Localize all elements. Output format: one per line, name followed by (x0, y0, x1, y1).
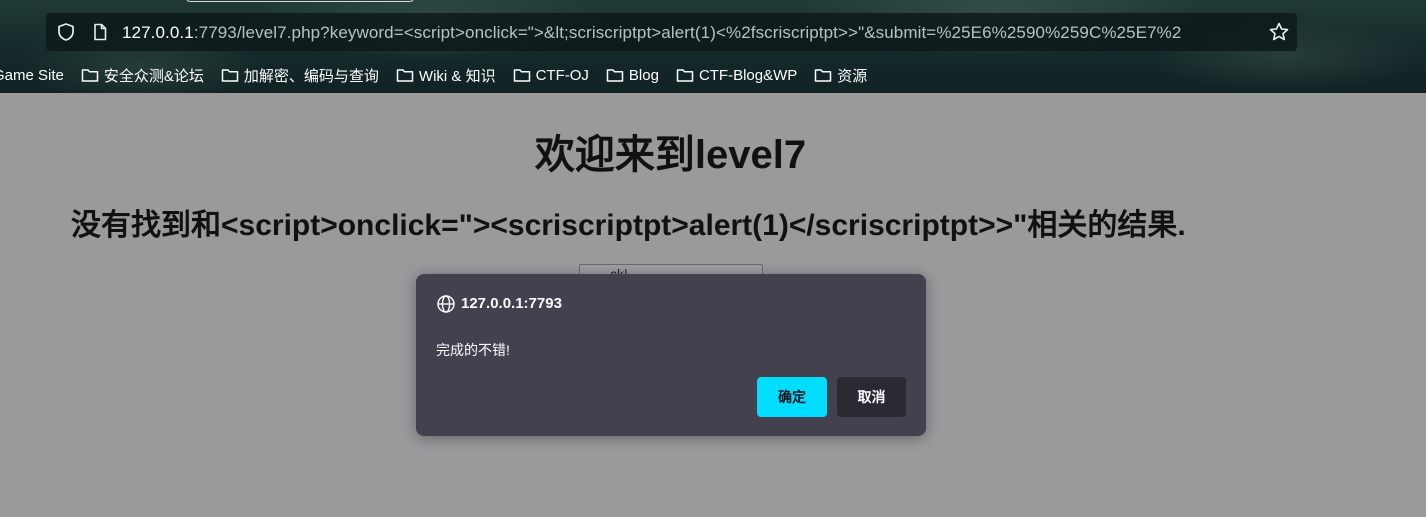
bookmark-label: 安全众测&论坛 (103, 67, 204, 85)
url-host: 127.0.0.1 (122, 23, 194, 42)
shield-icon[interactable] (56, 22, 76, 42)
bookmark-label: 加解密、编码与查询 (243, 67, 379, 85)
bookmark-label: CTF-OJ (535, 66, 589, 84)
search-result-message: 没有找到和<script>onclick="><scriscriptpt>ale… (71, 209, 1186, 242)
page-icon[interactable] (90, 22, 110, 42)
url-text[interactable]: 127.0.0.1:7793/level7.php?keyword=<scrip… (122, 22, 1262, 44)
bookmark-label: Wiki & 知识 (418, 67, 496, 85)
globe-icon (437, 295, 455, 313)
bookmark-label: Game Site (0, 66, 64, 84)
bookmark-label: Blog (628, 66, 659, 84)
dialog-message: 完成的不错! (436, 342, 510, 358)
active-tab-edge[interactable] (186, 0, 414, 2)
bookmark-blog[interactable]: Blog (606, 63, 659, 87)
bookmark-game-site[interactable]: Game Site (0, 63, 64, 87)
bookmark-label: CTF-Blog&WP (698, 66, 798, 84)
cancel-button[interactable]: 取消 (837, 377, 906, 417)
bookmark-ctf-oj[interactable]: CTF-OJ (513, 63, 589, 87)
folder-icon (221, 69, 239, 82)
bookmark-crypto-tools[interactable]: 加解密、编码与查询 (221, 63, 379, 87)
ok-button[interactable]: 确定 (757, 377, 827, 417)
bookmark-label: 资源 (837, 67, 868, 85)
folder-icon (815, 69, 832, 82)
bookmark-star-icon[interactable] (1268, 21, 1290, 43)
bookmarks-toolbar: Game Site 安全众测&论坛 加解密、编码与查询 Wiki & 知识 CT… (0, 62, 1426, 88)
url-path: :7793/level7.php?keyword=<script>onclick… (193, 23, 1182, 42)
dialog-origin: 127.0.0.1:7793 (461, 295, 562, 312)
bookmark-wiki[interactable]: Wiki & 知识 (396, 63, 496, 87)
bookmark-resources[interactable]: 资源 (814, 63, 867, 87)
folder-icon (606, 69, 624, 82)
address-bar[interactable]: 127.0.0.1:7793/level7.php?keyword=<scrip… (46, 13, 1297, 51)
browser-chrome: 127.0.0.1:7793/level7.php?keyword=<scrip… (0, 0, 1426, 93)
folder-icon (81, 69, 99, 82)
page-title: 欢迎来到level7 (534, 133, 807, 177)
folder-icon (513, 69, 530, 82)
alert-dialog: 127.0.0.1:7793 完成的不错! 确定 取消 (416, 274, 926, 436)
bookmark-security-forum[interactable]: 安全众测&论坛 (81, 63, 204, 87)
folder-icon (676, 69, 694, 82)
folder-icon (396, 69, 414, 82)
bookmark-ctf-blog-wp[interactable]: CTF-Blog&WP (676, 63, 797, 87)
